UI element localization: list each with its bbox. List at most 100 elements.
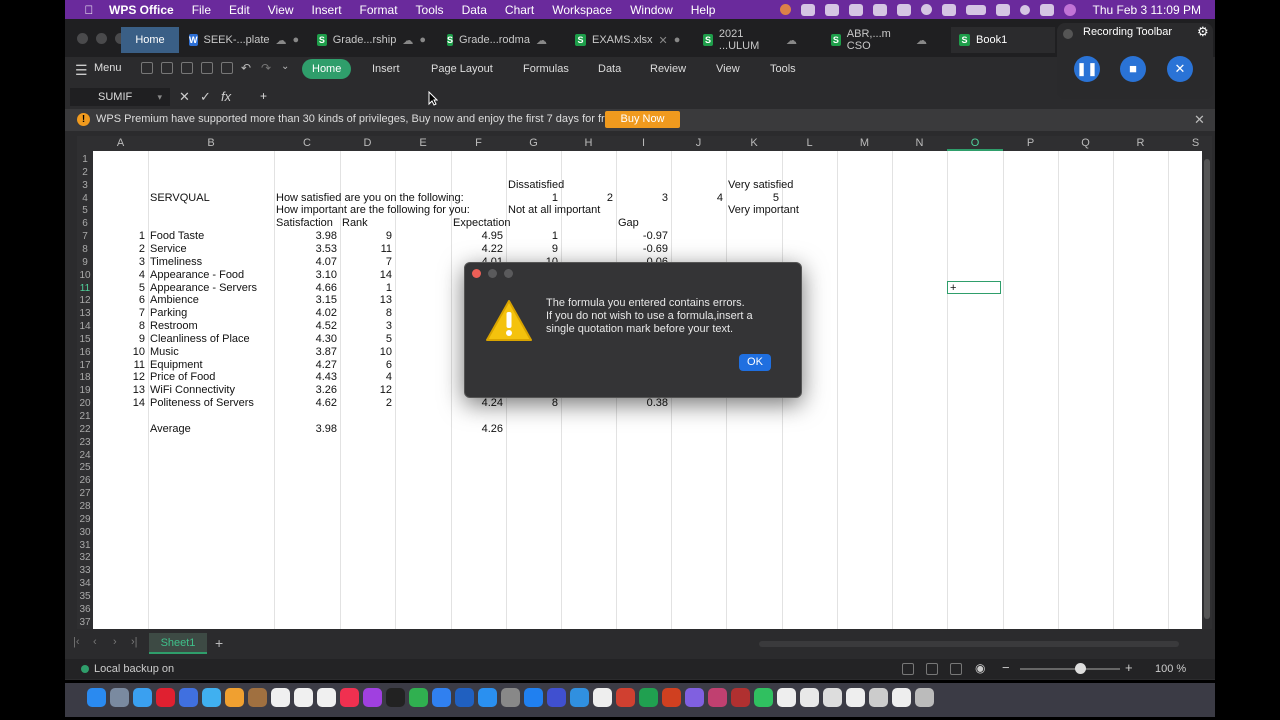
row-header-10[interactable]: 10	[77, 268, 93, 282]
cell-header-rank[interactable]: Rank	[342, 217, 368, 230]
close-window-button[interactable]	[77, 33, 88, 44]
cell-scale-h[interactable]: 2	[561, 192, 613, 205]
crop-icon[interactable]	[825, 3, 840, 16]
dock-app-icon[interactable]	[179, 688, 198, 707]
dock-app-icon[interactable]	[501, 688, 520, 707]
confirm-formula-icon[interactable]: ✓	[200, 89, 211, 105]
cell-item-name[interactable]: WiFi Connectivity	[150, 384, 235, 397]
name-box[interactable]: SUMIF ▾	[70, 88, 170, 106]
row-header-9[interactable]: 9	[77, 255, 93, 269]
row-header-33[interactable]: 33	[77, 564, 93, 578]
row-header-21[interactable]: 21	[77, 410, 93, 423]
cell-not-important[interactable]: Not at all important	[508, 204, 600, 217]
column-header-m[interactable]: M	[837, 136, 892, 151]
row-header-35[interactable]: 35	[77, 589, 93, 603]
cell-rank[interactable]: 5	[340, 333, 392, 346]
zoom-in-button[interactable]: +	[1125, 660, 1133, 675]
cell-item-number[interactable]: 5	[93, 282, 145, 295]
column-header-o[interactable]: O	[947, 136, 1003, 151]
tab-2021-ulum[interactable]: S 2021 ...ULUM ☁	[695, 27, 805, 53]
menu-button[interactable]: Menu	[94, 62, 122, 74]
row-header-2[interactable]: 2	[77, 165, 93, 179]
dock-app-icon[interactable]	[754, 688, 773, 707]
tab-grade-rship[interactable]: S Grade...rship ☁ ●	[309, 27, 434, 53]
scrollbar-thumb[interactable]	[1204, 159, 1210, 619]
menu-data[interactable]: Data	[462, 3, 487, 17]
cell-gap[interactable]: -0.69	[616, 243, 668, 256]
row-header-4[interactable]: 4	[77, 191, 93, 205]
cell-expectation[interactable]: 4.24	[451, 397, 503, 410]
cell-item-number[interactable]: 14	[93, 397, 145, 410]
cell-item-number[interactable]: 10	[93, 346, 145, 359]
cell-item-name[interactable]: Appearance - Food	[150, 269, 244, 282]
row-header-23[interactable]: 23	[77, 435, 93, 449]
preview-icon[interactable]	[221, 62, 233, 74]
zoom-level[interactable]: 100 %	[1155, 663, 1186, 675]
dock-app-icon[interactable]	[409, 688, 428, 707]
close-icon[interactable]: ✕	[1194, 112, 1205, 128]
column-header-p[interactable]: P	[1003, 136, 1058, 151]
cell-item-number[interactable]: 3	[93, 256, 145, 269]
first-sheet-icon[interactable]: |‹	[73, 636, 80, 648]
cell-question-important[interactable]: How important are the following for you:	[276, 204, 470, 217]
function-icon[interactable]: fx	[221, 89, 231, 104]
cell-rank[interactable]: 3	[340, 320, 392, 333]
cell-item-number[interactable]: 7	[93, 307, 145, 320]
cell-header-gap[interactable]: Gap	[618, 217, 639, 230]
normal-view-icon[interactable]	[902, 663, 914, 675]
prev-sheet-icon[interactable]: ‹	[93, 636, 97, 648]
heart-icon[interactable]	[873, 3, 888, 16]
cell-item-name[interactable]: Politeness of Servers	[150, 397, 254, 410]
column-header-d[interactable]: D	[340, 136, 395, 151]
gear-icon[interactable]: ⚙	[1197, 24, 1209, 40]
dock-app-icon[interactable]	[294, 688, 313, 707]
row-header-30[interactable]: 30	[77, 525, 93, 539]
wifi-icon[interactable]	[996, 3, 1011, 16]
dock-app-icon[interactable]	[455, 688, 474, 707]
cell-rank[interactable]: 2	[340, 397, 392, 410]
cell-very-satisfied[interactable]: Very satisfied	[728, 179, 793, 192]
play-icon[interactable]	[921, 4, 933, 15]
row-header-12[interactable]: 12	[77, 294, 93, 308]
minimize-window-button[interactable]	[96, 33, 107, 44]
cell-item-number[interactable]: 9	[93, 333, 145, 346]
dialog-close-button[interactable]	[472, 269, 481, 278]
row-header-19[interactable]: 19	[77, 384, 93, 398]
row-header-8[interactable]: 8	[77, 242, 93, 256]
cell-item-name[interactable]: Music	[150, 346, 179, 359]
save-icon[interactable]	[161, 62, 173, 74]
tab-ribbon-tools[interactable]: Tools	[760, 59, 806, 79]
cell-rank[interactable]: 8	[340, 307, 392, 320]
dock-app-icon[interactable]	[202, 688, 221, 707]
cell-rank[interactable]: 14	[340, 269, 392, 282]
cell-item-number[interactable]: 13	[93, 384, 145, 397]
cell-average-expectation[interactable]: 4.26	[451, 423, 503, 436]
cell-item-number[interactable]: 4	[93, 269, 145, 282]
row-header-20[interactable]: 20	[77, 397, 93, 411]
cell-item-name[interactable]: Cleanliness of Place	[150, 333, 250, 346]
cell-item-name[interactable]: Service	[150, 243, 187, 256]
dock-app-icon[interactable]	[593, 688, 612, 707]
eye-icon[interactable]: ◉	[975, 661, 985, 675]
cell-satisfaction[interactable]: 4.07	[274, 256, 337, 269]
cell-scale-g[interactable]: 1	[506, 192, 558, 205]
cell-satisfaction[interactable]: 4.62	[274, 397, 337, 410]
row-header-31[interactable]: 31	[77, 538, 93, 552]
tab-ribbon-view[interactable]: View	[706, 59, 750, 79]
cell-gap[interactable]: -0.97	[616, 230, 668, 243]
zoom-app-icon[interactable]	[849, 3, 864, 16]
formula-input[interactable]: +	[260, 89, 267, 103]
dock-app-icon[interactable]	[662, 688, 681, 707]
dock-app-icon[interactable]	[892, 688, 911, 707]
car-icon[interactable]	[897, 3, 912, 16]
horizontal-scrollbar[interactable]	[759, 641, 1179, 647]
tab-ribbon-insert[interactable]: Insert	[362, 59, 410, 79]
pen-icon[interactable]	[801, 3, 816, 16]
hamburger-icon[interactable]: ☰	[75, 62, 88, 79]
cell-question-satisfied[interactable]: How satisfied are you on the following:	[276, 192, 464, 205]
row-header-6[interactable]: 6	[77, 217, 93, 231]
cell-rank[interactable]: 10	[340, 346, 392, 359]
cell-expectation-rank[interactable]: 8	[506, 397, 558, 410]
dock-app-icon[interactable]	[386, 688, 405, 707]
cell-rank[interactable]: 6	[340, 359, 392, 372]
